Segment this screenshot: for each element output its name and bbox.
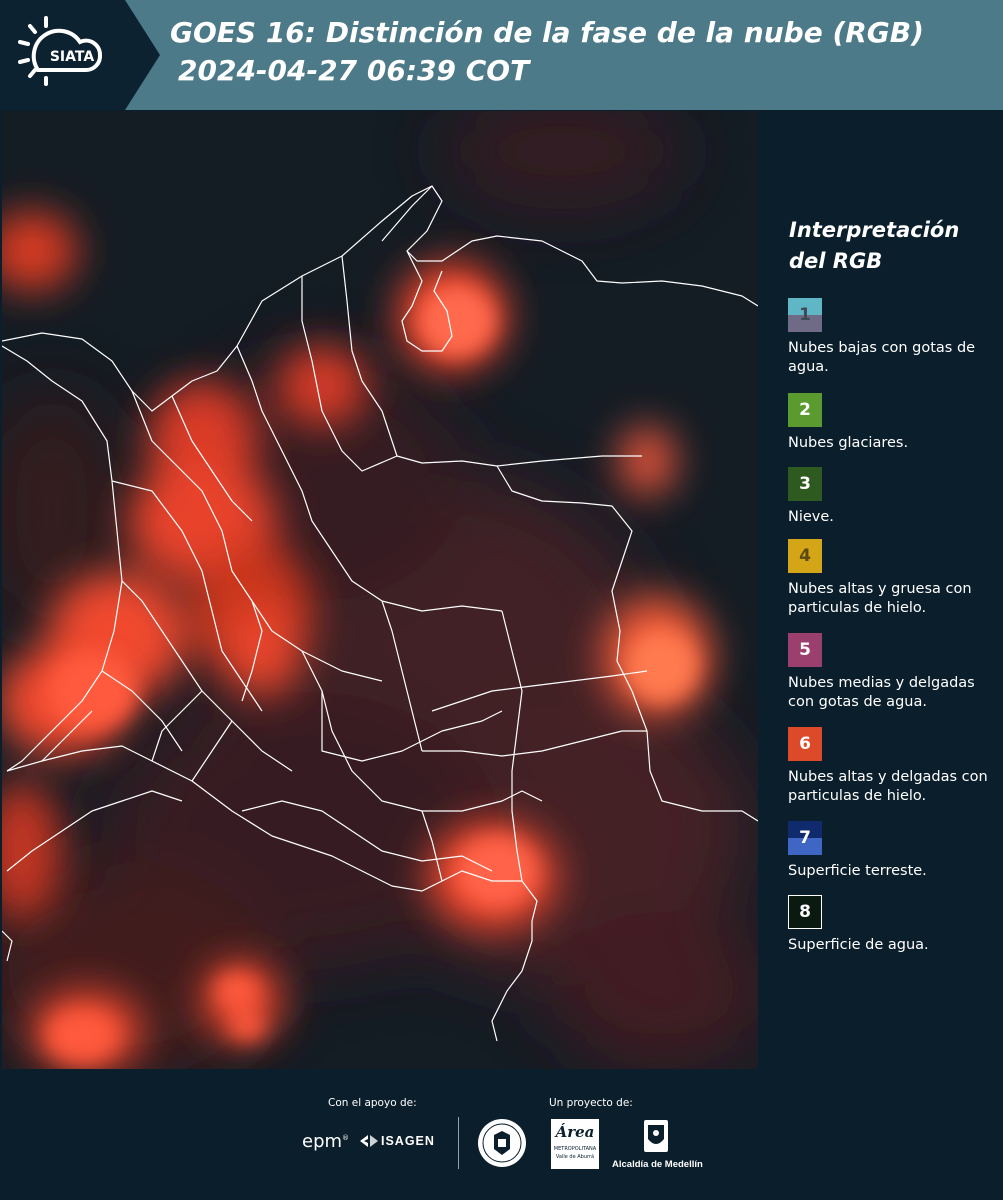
isagen-logo-text: ISAGEN — [381, 1134, 435, 1148]
legend-swatch-8: 8 — [788, 895, 822, 929]
legend-label-4: Nubes altas y gruesa con particulas de h… — [788, 581, 972, 616]
legend-title-line-1: Interpretación — [789, 218, 960, 242]
legend-number-6: 6 — [799, 734, 811, 754]
logo-tab: SIATA — [0, 0, 160, 110]
legend-swatch-7: 7 — [788, 821, 822, 855]
legend-swatch-3: 3 — [788, 467, 822, 501]
satellite-map — [2, 111, 758, 1069]
isagen-symbol-icon — [360, 1135, 378, 1147]
support-label: Con el apoyo de: — [328, 1097, 417, 1109]
project-label: Un proyecto de: — [549, 1097, 633, 1109]
isagen-logo: ISAGEN — [360, 1133, 435, 1149]
legend-swatch-1: 1 — [788, 298, 822, 332]
area-logo-text: Área — [555, 1123, 595, 1141]
legend-number-8: 8 — [799, 902, 811, 922]
legend-swatch-2: 2 — [788, 393, 822, 427]
epm-logo-text: epm — [302, 1131, 343, 1152]
legend-title-line-2: del RGB — [789, 249, 883, 273]
legend-label-6: Nubes altas y delgadas con particulas de… — [788, 769, 988, 804]
legend-item-7: 7 Superficie terreste. — [788, 821, 998, 881]
legend-label-2: Nubes glaciares. — [788, 435, 909, 451]
legend-item-2: 2 Nubes glaciares. — [788, 393, 998, 453]
legend-item-4: 4 Nubes altas y gruesa con particulas de… — [788, 539, 998, 618]
footer-divider — [458, 1117, 459, 1169]
satellite-rgb-image — [2, 111, 758, 1069]
legend-number-5: 5 — [799, 640, 811, 660]
university-seal-icon — [478, 1119, 526, 1167]
legend-item-8: 8 Superficie de agua. — [788, 895, 998, 955]
legend-panel: Interpretación del RGB 1 Nubes bajas con… — [760, 111, 1003, 1069]
alcaldia-logo-text: Alcaldía de Medellín — [612, 1159, 703, 1170]
area-metropolitana-logo: Área METROPOLITANA Valle de Aburrá — [551, 1119, 599, 1169]
epm-logo: epm® — [302, 1131, 350, 1152]
legend-number-2: 2 — [799, 400, 811, 420]
title-line-1: GOES 16: Distinción de la fase de la nub… — [170, 16, 924, 49]
alcaldia-crest-icon — [644, 1120, 668, 1152]
legend-number-4: 4 — [799, 546, 811, 566]
legend-label-5: Nubes medias y delgadas con gotas de agu… — [788, 675, 975, 710]
legend-number-3: 3 — [799, 474, 811, 494]
legend-item-1: 1 Nubes bajas con gotas de agua. — [788, 298, 998, 377]
legend-label-3: Nieve. — [788, 509, 834, 525]
area-logo-sub2: Valle de Aburrá — [555, 1154, 595, 1160]
siata-logo-icon: SIATA — [18, 16, 103, 86]
title-line-2: 2024-04-27 06:39 COT — [178, 54, 530, 87]
legend-swatch-5: 5 — [788, 633, 822, 667]
legend-title: Interpretación del RGB — [789, 215, 959, 277]
area-logo-sub: METROPOLITANA — [553, 1146, 597, 1152]
legend-label-7: Superficie terreste. — [788, 863, 927, 879]
legend-label-8: Superficie de agua. — [788, 937, 929, 953]
header-bar: SIATA GOES 16: Distinción de la fase de … — [0, 0, 1003, 110]
footer: Con el apoyo de: Un proyecto de: epm® IS… — [0, 1069, 1003, 1200]
legend-swatch-6: 6 — [788, 727, 822, 761]
legend-label-1: Nubes bajas con gotas de agua. — [788, 340, 976, 375]
legend-item-6: 6 Nubes altas y delgadas con particulas … — [788, 727, 998, 806]
legend-item-3: 3 Nieve. — [788, 467, 998, 527]
legend-number-7: 7 — [799, 828, 811, 848]
legend-swatch-4: 4 — [788, 539, 822, 573]
page-title: GOES 16: Distinción de la fase de la nub… — [170, 14, 924, 90]
legend-item-5: 5 Nubes medias y delgadas con gotas de a… — [788, 633, 998, 712]
legend-number-1: 1 — [799, 305, 811, 325]
siata-logo-text: SIATA — [50, 49, 95, 65]
